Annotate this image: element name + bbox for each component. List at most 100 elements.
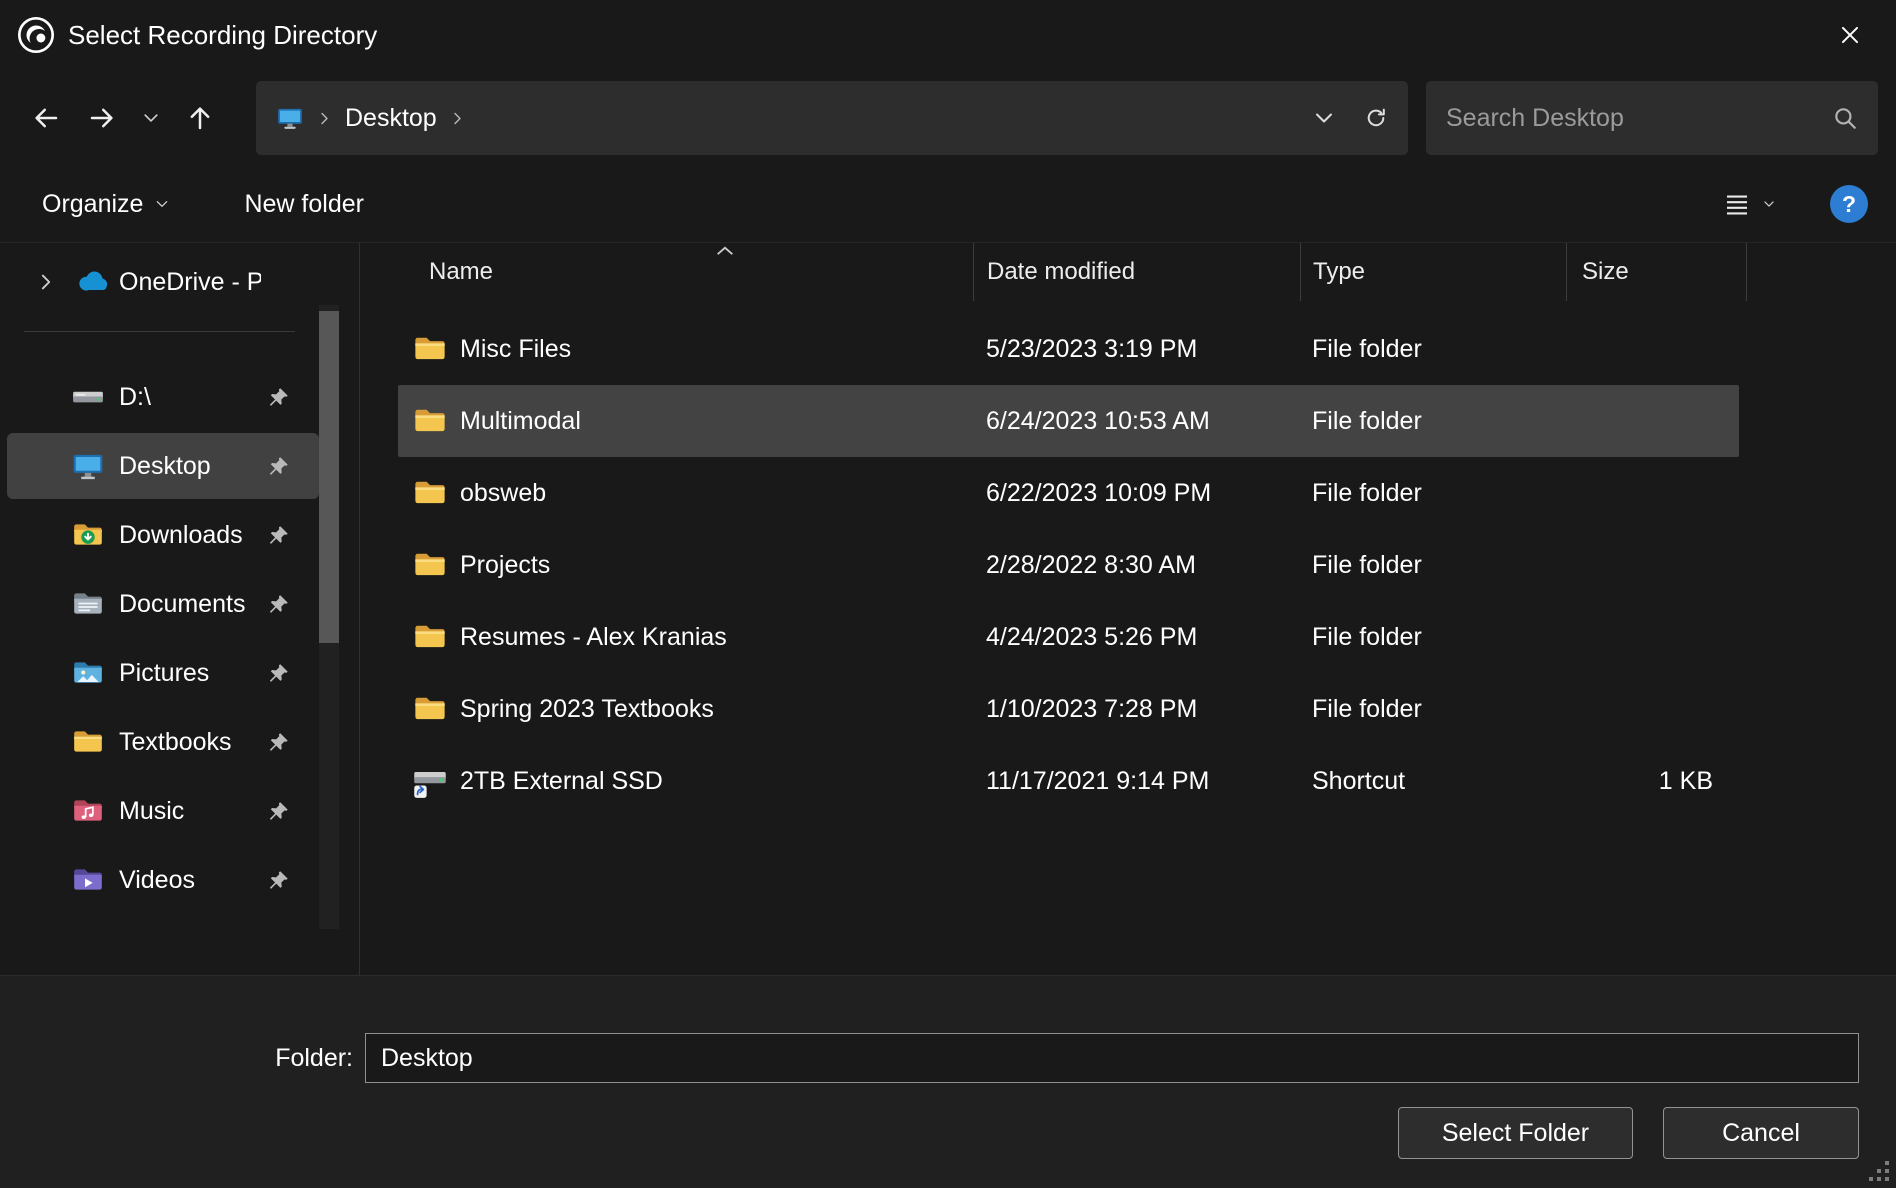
- videos-icon: [71, 863, 105, 897]
- up-arrow-icon: [185, 103, 215, 133]
- desktop-icon: [71, 449, 105, 483]
- file-name: Resumes - Alex Kranias: [460, 623, 727, 652]
- file-date: 11/17/2021 9:14 PM: [973, 767, 1300, 796]
- refresh-icon: [1364, 106, 1388, 130]
- new-folder-button[interactable]: New folder: [244, 190, 364, 219]
- pin-icon: [266, 868, 291, 893]
- sidebar-item-pictures[interactable]: Pictures: [7, 640, 319, 706]
- dialog-footer: Folder: Select Folder Cancel: [0, 975, 1896, 1188]
- sidebar-item-music[interactable]: Music: [7, 778, 319, 844]
- expander-chevron-icon[interactable]: [35, 271, 57, 293]
- folder-icon: [412, 331, 448, 367]
- column-header-type[interactable]: Type: [1300, 243, 1566, 301]
- search-input[interactable]: [1446, 104, 1832, 133]
- new-folder-label: New folder: [244, 190, 364, 218]
- file-row[interactable]: Multimodal 6/24/2023 10:53 AM File folde…: [398, 385, 1739, 457]
- column-header-name[interactable]: Name: [398, 243, 973, 301]
- sidebar-item-textbooks[interactable]: Textbooks: [7, 709, 319, 775]
- folder-input[interactable]: [365, 1033, 1859, 1083]
- scrollbar-thumb[interactable]: [319, 311, 339, 643]
- folder-icon: [412, 403, 448, 439]
- sidebar-item-label: Documents: [119, 590, 261, 619]
- select-folder-button[interactable]: Select Folder: [1398, 1107, 1633, 1159]
- address-bar[interactable]: Desktop: [256, 81, 1408, 155]
- breadcrumb: Desktop: [276, 104, 1298, 133]
- sidebar-item-d-drive[interactable]: D:\: [7, 364, 319, 430]
- drive-icon: [71, 380, 105, 414]
- forward-button[interactable]: [74, 90, 130, 146]
- view-mode-button[interactable]: [1722, 189, 1776, 219]
- help-button[interactable]: ?: [1830, 185, 1868, 223]
- pictures-icon: [71, 656, 105, 690]
- back-arrow-icon: [31, 103, 61, 133]
- back-button[interactable]: [18, 90, 74, 146]
- recent-locations-button[interactable]: [130, 90, 172, 146]
- sidebar-item-label: OneDrive - Persc: [119, 268, 261, 297]
- navigation-pane: OneDrive - Persc D:\ Desktop Downloads D…: [0, 243, 360, 975]
- folder-icon: [412, 619, 448, 655]
- sidebar-item-videos[interactable]: Videos: [7, 847, 319, 913]
- pin-icon: [266, 523, 291, 548]
- file-row[interactable]: 2TB External SSD 11/17/2021 9:14 PM Shor…: [398, 745, 1739, 817]
- chevron-down-icon: [1762, 197, 1776, 211]
- file-type: Shortcut: [1300, 767, 1566, 796]
- resize-grip[interactable]: [1885, 1177, 1889, 1181]
- up-button[interactable]: [172, 90, 228, 146]
- folder-icon: [412, 475, 448, 511]
- sidebar-item-desktop[interactable]: Desktop: [7, 433, 319, 499]
- column-header-date-modified[interactable]: Date modified: [973, 243, 1300, 301]
- sidebar-item-label: Downloads: [119, 521, 261, 550]
- forward-arrow-icon: [87, 103, 117, 133]
- column-label: Name: [429, 258, 493, 286]
- navigation-bar: Desktop: [0, 70, 1896, 166]
- sidebar-scrollbar[interactable]: [319, 305, 339, 929]
- column-label: Size: [1582, 258, 1629, 286]
- organize-button[interactable]: Organize: [42, 190, 170, 219]
- file-name: Multimodal: [460, 407, 581, 436]
- sidebar-item-label: Pictures: [119, 659, 261, 688]
- chevron-down-icon: [141, 108, 161, 128]
- close-button[interactable]: [1804, 0, 1896, 70]
- drive-shortcut-icon: [412, 763, 448, 799]
- documents-icon: [71, 587, 105, 621]
- sidebar-item-downloads[interactable]: Downloads: [7, 502, 319, 568]
- column-label: Type: [1313, 258, 1365, 286]
- file-date: 1/10/2023 7:28 PM: [973, 695, 1300, 724]
- toolbar: Organize New folder ?: [0, 166, 1896, 242]
- file-row[interactable]: Projects 2/28/2022 8:30 AM File folder: [398, 529, 1739, 601]
- pin-icon: [266, 730, 291, 755]
- file-rows: Misc Files 5/23/2023 3:19 PM File folder…: [398, 313, 1896, 817]
- refresh-button[interactable]: [1350, 88, 1402, 148]
- pin-icon: [266, 385, 291, 410]
- onedrive-icon: [73, 264, 110, 301]
- folder-icon: [412, 691, 448, 727]
- sidebar-item-onedrive[interactable]: OneDrive - Persc: [7, 249, 319, 315]
- file-date: 2/28/2022 8:30 AM: [973, 551, 1300, 580]
- file-name: Projects: [460, 551, 550, 580]
- sidebar-item-label: Videos: [119, 866, 261, 895]
- file-row[interactable]: Spring 2023 Textbooks 1/10/2023 7:28 PM …: [398, 673, 1739, 745]
- address-dropdown-button[interactable]: [1298, 88, 1350, 148]
- file-row[interactable]: Misc Files 5/23/2023 3:19 PM File folder: [398, 313, 1739, 385]
- sidebar-item-documents[interactable]: Documents: [7, 571, 319, 637]
- cancel-button[interactable]: Cancel: [1663, 1107, 1859, 1159]
- file-type: File folder: [1300, 407, 1566, 436]
- pin-icon: [266, 454, 291, 479]
- title-bar: Select Recording Directory: [0, 0, 1896, 70]
- file-row[interactable]: Resumes - Alex Kranias 4/24/2023 5:26 PM…: [398, 601, 1739, 673]
- sidebar-item-label: D:\: [119, 383, 261, 412]
- chevron-down-icon: [154, 196, 170, 212]
- pin-icon: [266, 799, 291, 824]
- column-header-size[interactable]: Size: [1566, 243, 1747, 301]
- file-date: 6/22/2023 10:09 PM: [973, 479, 1300, 508]
- desktop-location-icon: [276, 104, 304, 132]
- file-date: 6/24/2023 10:53 AM: [973, 407, 1300, 436]
- music-icon: [71, 794, 105, 828]
- breadcrumb-item-desktop[interactable]: Desktop: [345, 104, 437, 133]
- help-label: ?: [1842, 191, 1856, 218]
- pin-icon: [266, 661, 291, 686]
- file-row[interactable]: obsweb 6/22/2023 10:09 PM File folder: [398, 457, 1739, 529]
- downloads-icon: [71, 518, 105, 552]
- column-label: Date modified: [987, 258, 1135, 286]
- sort-ascending-icon: [714, 244, 736, 257]
